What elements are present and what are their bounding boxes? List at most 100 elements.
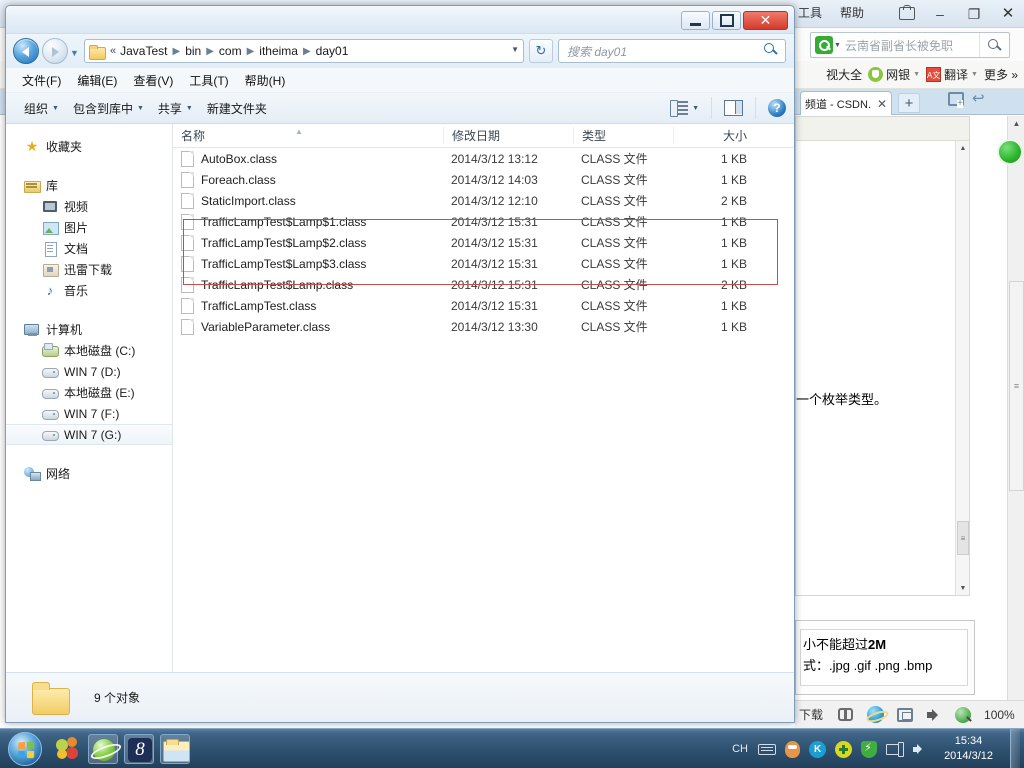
sidebar-item-network[interactable]: 网络 (6, 463, 172, 484)
menu-file[interactable]: 文件(F) (22, 72, 61, 89)
organize-button[interactable]: 组织 ▼ (24, 100, 59, 117)
undo-arrow-icon[interactable]: ↩ (972, 91, 985, 106)
show-desktop-button[interactable] (1010, 729, 1020, 768)
restore-tab-icon[interactable] (948, 92, 964, 108)
search-icon[interactable] (764, 43, 785, 59)
kingsoft-icon[interactable]: K (809, 740, 827, 758)
flag-icon[interactable] (836, 706, 854, 723)
breadcrumb-bin[interactable]: bin (184, 44, 202, 58)
breadcrumb-itheima[interactable]: itheima (258, 44, 299, 58)
search-engine-icon[interactable] (815, 36, 833, 54)
taskbar-clock[interactable]: 15:34 2014/3/12 (938, 734, 999, 764)
browser-minimize-button[interactable]: – (930, 1, 950, 27)
browser-search-button[interactable] (979, 33, 1009, 57)
sidebar-item-library[interactable]: 库 (6, 175, 172, 196)
column-header-size[interactable]: 大小 (673, 127, 761, 144)
sidebar-item-drive-f[interactable]: WIN 7 (F:) (6, 403, 172, 424)
skin-shirt-icon[interactable] (896, 1, 916, 27)
table-row[interactable]: VariableParameter.class 2014/3/12 13:30 … (173, 316, 794, 337)
chevron-down-icon[interactable]: ▼ (913, 71, 920, 78)
file-name-cell[interactable]: VariableParameter.class (173, 318, 443, 335)
scroll-thumb[interactable]: ≡ (957, 521, 969, 555)
scroll-up-icon[interactable]: ▲ (1008, 116, 1024, 131)
browser-menu-help[interactable]: 帮助 (840, 4, 864, 21)
explorer-search-box[interactable]: 搜索 day01 (558, 39, 786, 63)
breadcrumb-day01[interactable]: day01 (315, 44, 350, 58)
browser-maximize-button[interactable]: ❐ (964, 1, 984, 27)
download-label[interactable]: 下载 (799, 706, 823, 723)
scroll-thumb[interactable]: ≡ (1009, 281, 1024, 491)
sidebar-item-drive-g[interactable]: WIN 7 (G:) (6, 424, 172, 445)
network-icon[interactable] (886, 741, 905, 757)
file-name-cell[interactable]: StaticImport.class (173, 192, 443, 209)
sidebar-item-downloads[interactable]: 迅雷下载 (6, 259, 172, 280)
menu-tools[interactable]: 工具(T) (189, 72, 228, 89)
browser-search-box[interactable]: ▼ 云南省副省长被免职 (810, 32, 1010, 58)
sidebar-item-videos[interactable]: 视频 (6, 196, 172, 217)
ie-icon[interactable] (867, 706, 885, 723)
file-name-cell[interactable]: Foreach.class (173, 171, 443, 188)
table-row[interactable]: TrafficLampTest$Lamp$1.class 2014/3/12 1… (173, 211, 794, 232)
zoom-icon[interactable] (955, 706, 972, 723)
bookmark-item-translate[interactable]: A文 翻译 ▼ (926, 66, 978, 83)
scroll-up-icon[interactable]: ▲ (956, 141, 970, 155)
sidebar-item-drive-c[interactable]: 本地磁盘 (C:) (6, 340, 172, 361)
sidebar-item-favorites[interactable]: ★ 收藏夹 (6, 136, 172, 157)
breadcrumb-javatest[interactable]: JavaTest (119, 44, 168, 58)
chevron-down-icon[interactable]: ▼ (834, 42, 841, 49)
sidebar-item-documents[interactable]: 文档 (6, 238, 172, 259)
table-row[interactable]: TrafficLampTest$Lamp$3.class 2014/3/12 1… (173, 253, 794, 274)
recent-locations-icon[interactable]: ▼ (70, 48, 79, 58)
explorer-close-button[interactable]: ✕ (743, 11, 788, 30)
sidebar-item-pictures[interactable]: 图片 (6, 217, 172, 238)
help-icon[interactable]: ? (768, 99, 786, 117)
preview-pane-icon[interactable] (724, 100, 743, 116)
table-row[interactable]: TrafficLampTest$Lamp$2.class 2014/3/12 1… (173, 232, 794, 253)
file-name-cell[interactable]: TrafficLampTest$Lamp.class (173, 276, 443, 293)
zoom-level[interactable]: 100% (984, 708, 1015, 722)
ime-indicator[interactable]: CH (732, 741, 749, 758)
bookmark-item-video[interactable]: 视大全 (826, 66, 862, 83)
page-scrollbar[interactable]: ▲ ≡ ▼ (955, 141, 969, 595)
table-row[interactable]: TrafficLampTest$Lamp.class 2014/3/12 15:… (173, 274, 794, 295)
explorer-icon[interactable] (160, 733, 190, 764)
bookmark-item-bank[interactable]: 网银 ▼ (868, 66, 920, 83)
menu-view[interactable]: 查看(V) (133, 72, 173, 89)
file-name-cell[interactable]: TrafficLampTest$Lamp$2.class (173, 234, 443, 251)
refresh-button[interactable]: ↻ (529, 39, 553, 63)
media-player-icon[interactable] (52, 734, 82, 764)
chevron-down-icon[interactable]: ▼ (971, 71, 978, 78)
sidebar-item-music[interactable]: ♪ 音乐 (6, 280, 172, 301)
start-button[interactable] (8, 731, 42, 766)
number-eight-icon[interactable]: 8 (124, 733, 154, 764)
explorer-minimize-button[interactable] (681, 11, 710, 30)
address-bar[interactable]: « JavaTest ▶ bin ▶ com ▶ itheima ▶ day01… (84, 39, 524, 63)
scroll-down-icon[interactable]: ▼ (956, 581, 970, 595)
address-overflow-icon[interactable]: « (110, 45, 119, 57)
browser-search-input[interactable]: 云南省副省长被免职 (841, 37, 979, 54)
file-name-cell[interactable]: TrafficLampTest$Lamp$1.class (173, 213, 443, 230)
table-row[interactable]: TrafficLampTest.class 2014/3/12 15:31 CL… (173, 295, 794, 316)
explorer-maximize-button[interactable] (712, 11, 741, 30)
browser-tab-csdn[interactable]: 频道 - CSDN. ✕ (800, 91, 892, 115)
sidebar-item-drive-e[interactable]: 本地磁盘 (E:) (6, 382, 172, 403)
sidebar-item-drive-d[interactable]: WIN 7 (D:) (6, 361, 172, 382)
table-row[interactable]: StaticImport.class 2014/3/12 12:10 CLASS… (173, 190, 794, 211)
new-tab-button[interactable]: + (898, 93, 920, 113)
breadcrumb-com[interactable]: com (218, 44, 243, 58)
keyboard-icon[interactable] (758, 743, 777, 755)
file-name-cell[interactable]: AutoBox.class (173, 150, 443, 167)
back-button[interactable] (13, 38, 39, 64)
update-icon[interactable] (835, 740, 853, 758)
speaker-icon[interactable] (926, 708, 942, 722)
screen-icon[interactable] (897, 707, 914, 722)
browser-close-button[interactable]: ✕ (998, 1, 1018, 27)
security-shield-icon[interactable] (861, 740, 878, 758)
file-name-cell[interactable]: TrafficLampTest$Lamp$3.class (173, 255, 443, 272)
menu-help[interactable]: 帮助(H) (245, 72, 286, 89)
column-header-name[interactable]: 名称 ▲ (173, 127, 443, 144)
browser-menu-tools[interactable]: 工具 (798, 4, 822, 21)
new-folder-button[interactable]: 新建文件夹 (207, 100, 267, 117)
close-icon[interactable]: ✕ (875, 97, 887, 111)
include-in-library-button[interactable]: 包含到库中 ▼ (73, 100, 144, 117)
